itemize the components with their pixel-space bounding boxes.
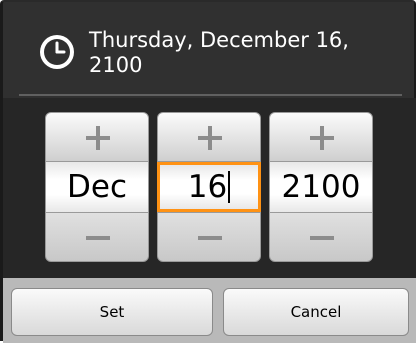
month-value[interactable]: Dec — [45, 162, 149, 212]
day-increment-button[interactable] — [157, 112, 261, 162]
minus-icon — [310, 236, 334, 240]
title-divider — [19, 94, 402, 96]
year-value[interactable]: 2100 — [269, 162, 373, 212]
plus-icon — [86, 126, 110, 150]
month-decrement-button[interactable] — [45, 212, 149, 262]
month-spinner: Dec — [45, 112, 149, 262]
text-cursor — [228, 171, 231, 203]
day-input[interactable]: 16 — [157, 162, 261, 212]
year-decrement-button[interactable] — [269, 212, 373, 262]
minus-icon — [86, 236, 110, 240]
day-decrement-button[interactable] — [157, 212, 261, 262]
day-value: 16 — [187, 169, 228, 205]
dialog-title-bar: Thursday, December 16, 2100 — [19, 20, 399, 80]
cancel-button[interactable]: Cancel — [223, 288, 409, 336]
clock-icon — [40, 35, 74, 69]
dialog-title: Thursday, December 16, 2100 — [89, 28, 349, 77]
date-picker-dialog: Thursday, December 16, 2100 Dec 16 2100 … — [0, 0, 416, 343]
day-spinner: 16 — [157, 112, 261, 262]
year-increment-button[interactable] — [269, 112, 373, 162]
plus-icon — [198, 126, 222, 150]
minus-icon — [198, 236, 222, 240]
dialog-button-bar: Set Cancel — [3, 278, 416, 343]
year-spinner: 2100 — [269, 112, 373, 262]
month-increment-button[interactable] — [45, 112, 149, 162]
plus-icon — [310, 126, 334, 150]
set-button[interactable]: Set — [11, 288, 213, 336]
